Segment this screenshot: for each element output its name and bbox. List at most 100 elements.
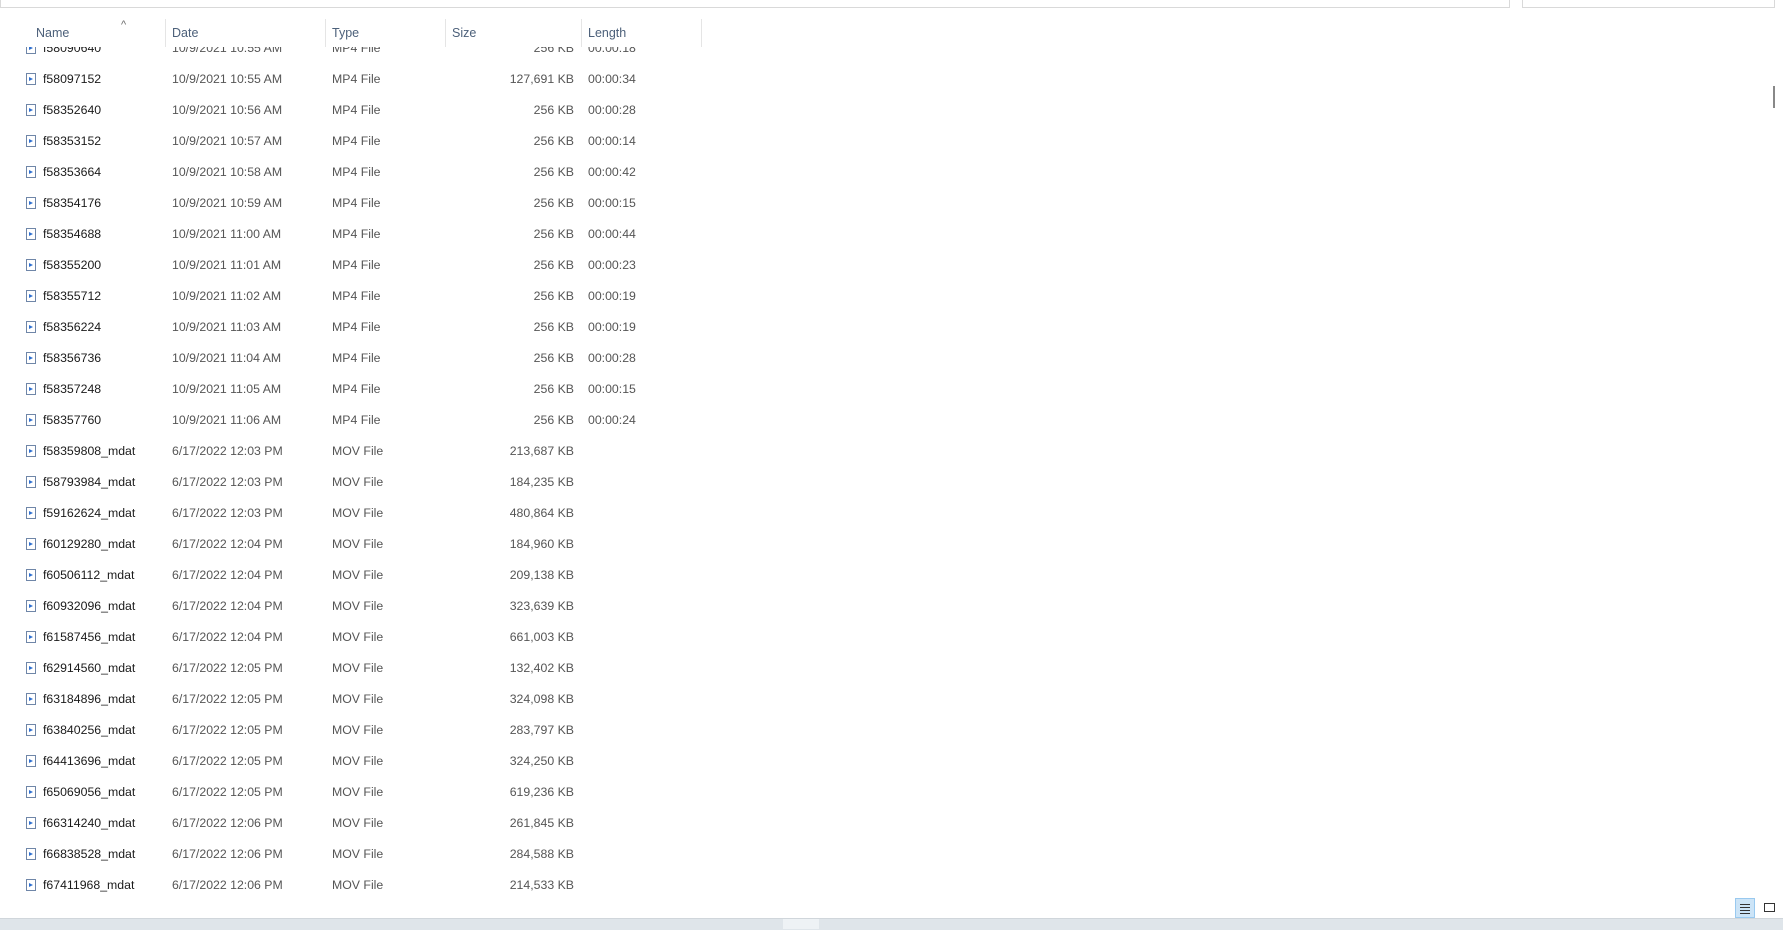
file-icon-cell <box>26 374 39 405</box>
column-header-name-label: Name <box>36 26 70 40</box>
video-file-icon <box>26 166 36 178</box>
file-size: 324,250 KB <box>509 754 574 768</box>
file-row[interactable]: f60506112_mdat 6/17/2022 12:04 PM MOV File… <box>0 560 720 591</box>
file-name: f58353664 <box>43 165 102 179</box>
details-view-icon[interactable] <box>1735 898 1755 918</box>
file-icon-cell <box>26 591 39 622</box>
file-row[interactable]: f61587456_mdat 6/17/2022 12:04 PM MOV File… <box>0 622 720 653</box>
file-icon-cell <box>26 405 39 436</box>
file-row[interactable]: f63184896_mdat 6/17/2022 12:05 PM MOV File… <box>0 684 720 715</box>
column-header-type-label: Type <box>332 26 360 40</box>
file-size: 256 KB <box>533 103 574 117</box>
vertical-scrollbar-thumb[interactable] <box>1773 86 1775 108</box>
file-icon-cell <box>26 157 39 188</box>
file-row[interactable]: f67411968_mdat 6/17/2022 12:06 PM MOV File… <box>0 870 720 897</box>
file-type: MOV File <box>332 847 384 861</box>
video-file-icon <box>26 693 36 705</box>
column-header-name[interactable]: Name ^ <box>30 19 166 47</box>
file-name: f60506112_mdat <box>43 568 135 582</box>
file-icon-cell <box>26 839 39 870</box>
file-row[interactable]: f58359808_mdat 6/17/2022 12:03 PM MOV File… <box>0 436 720 467</box>
file-row[interactable]: f58355712 10/9/2021 11:02 AM MP4 File 256 K… <box>0 281 720 312</box>
file-name: f66314240_mdat <box>43 816 136 830</box>
file-row[interactable]: f66314240_mdat 6/17/2022 12:06 PM MOV File… <box>0 808 720 839</box>
file-row[interactable]: f58356736 10/9/2021 11:04 AM MP4 File 256 K… <box>0 343 720 374</box>
file-row[interactable]: f64413696_mdat 6/17/2022 12:05 PM MOV File… <box>0 746 720 777</box>
file-name: f58097152 <box>43 72 102 86</box>
video-file-icon <box>26 724 36 736</box>
file-date: 10/9/2021 11:04 AM <box>172 351 282 365</box>
file-size: 256 KB <box>533 258 574 272</box>
search-box[interactable] <box>1522 0 1775 8</box>
file-row[interactable]: f58090640 10/9/2021 10:55 AM MP4 File 256 K… <box>0 47 720 64</box>
file-size: 256 KB <box>533 382 574 396</box>
file-row[interactable]: f58357760 10/9/2021 11:06 AM MP4 File 256 K… <box>0 405 720 436</box>
file-icon-cell <box>26 684 39 715</box>
column-header-date[interactable]: Date <box>166 19 326 47</box>
file-row[interactable]: f58353664 10/9/2021 10:58 AM MP4 File 256 K… <box>0 157 720 188</box>
file-row[interactable]: f65069056_mdat 6/17/2022 12:05 PM MOV File… <box>0 777 720 808</box>
file-name: f58354688 <box>43 227 102 241</box>
file-icon-cell <box>26 47 39 64</box>
file-name: f58359808_mdat <box>43 444 136 458</box>
column-header-size-label: Size <box>452 26 477 40</box>
file-row[interactable]: f58793984_mdat 6/17/2022 12:03 PM MOV File… <box>0 467 720 498</box>
file-date: 10/9/2021 11:02 AM <box>172 289 282 303</box>
file-type: MOV File <box>332 692 384 706</box>
file-length: 00:00:24 <box>588 413 636 427</box>
file-type: MP4 File <box>332 47 381 55</box>
file-row[interactable]: f58353152 10/9/2021 10:57 AM MP4 File 256 K… <box>0 126 720 157</box>
file-row[interactable]: f58097152 10/9/2021 10:55 AM MP4 File 127,6… <box>0 64 720 95</box>
file-size: 324,098 KB <box>509 692 574 706</box>
file-type: MOV File <box>332 506 384 520</box>
file-name: f63184896_mdat <box>43 692 136 706</box>
file-name: f58352640 <box>43 103 102 117</box>
file-row[interactable]: f62914560_mdat 6/17/2022 12:05 PM MOV File… <box>0 653 720 684</box>
file-date: 10/9/2021 11:00 AM <box>172 227 282 241</box>
column-header-length[interactable]: Length <box>582 19 702 47</box>
file-row[interactable]: f58352640 10/9/2021 10:56 AM MP4 File 256 K… <box>0 95 720 126</box>
file-icon-cell <box>26 715 39 746</box>
file-type: MOV File <box>332 816 384 830</box>
file-type: MOV File <box>332 537 384 551</box>
file-row[interactable]: f63840256_mdat 6/17/2022 12:05 PM MOV File… <box>0 715 720 746</box>
video-file-icon <box>26 569 36 581</box>
file-row[interactable]: f66838528_mdat 6/17/2022 12:06 PM MOV File… <box>0 839 720 870</box>
file-row[interactable]: f58357248 10/9/2021 11:05 AM MP4 File 256 K… <box>0 374 720 405</box>
large-icons-view-icon[interactable] <box>1760 898 1780 918</box>
video-file-icon <box>26 228 36 240</box>
file-row[interactable]: f59162624_mdat 6/17/2022 12:03 PM MOV File… <box>0 498 720 529</box>
column-header-type[interactable]: Type <box>326 19 446 47</box>
file-row[interactable]: f58355200 10/9/2021 11:01 AM MP4 File 256 K… <box>0 250 720 281</box>
file-length: 00:00:18 <box>588 47 636 55</box>
file-icon-cell <box>26 560 39 591</box>
column-header-size[interactable]: Size <box>446 19 582 47</box>
video-file-icon <box>26 817 36 829</box>
file-date: 10/9/2021 11:06 AM <box>172 413 282 427</box>
file-name: f58353152 <box>43 134 102 148</box>
file-date: 6/17/2022 12:03 PM <box>172 444 283 458</box>
file-row[interactable]: f60932096_mdat 6/17/2022 12:04 PM MOV File… <box>0 591 720 622</box>
video-file-icon <box>26 879 36 891</box>
file-icon-cell <box>26 343 39 374</box>
file-type: MP4 File <box>332 165 381 179</box>
column-header-length-label: Length <box>588 26 627 40</box>
file-name: f62914560_mdat <box>43 661 136 675</box>
file-row[interactable]: f58356224 10/9/2021 11:03 AM MP4 File 256 K… <box>0 312 720 343</box>
file-name: f59162624_mdat <box>43 506 136 520</box>
file-size: 261,845 KB <box>509 816 574 830</box>
video-file-icon <box>26 47 36 54</box>
file-length: 00:00:28 <box>588 351 636 365</box>
status-bar-grip <box>783 919 819 929</box>
file-row[interactable]: f58354176 10/9/2021 10:59 AM MP4 File 256 K… <box>0 188 720 219</box>
file-date: 6/17/2022 12:06 PM <box>172 847 283 861</box>
file-type: MOV File <box>332 723 384 737</box>
file-name: f67411968_mdat <box>43 878 135 892</box>
file-date: 10/9/2021 10:55 AM <box>172 72 283 86</box>
file-size: 256 KB <box>533 196 574 210</box>
file-row[interactable]: f60129280_mdat 6/17/2022 12:04 PM MOV File… <box>0 529 720 560</box>
file-type: MOV File <box>332 661 384 675</box>
address-bar[interactable] <box>0 0 1510 8</box>
file-row[interactable]: f58354688 10/9/2021 11:00 AM MP4 File 256 K… <box>0 219 720 250</box>
file-length: 00:00:28 <box>588 103 636 117</box>
